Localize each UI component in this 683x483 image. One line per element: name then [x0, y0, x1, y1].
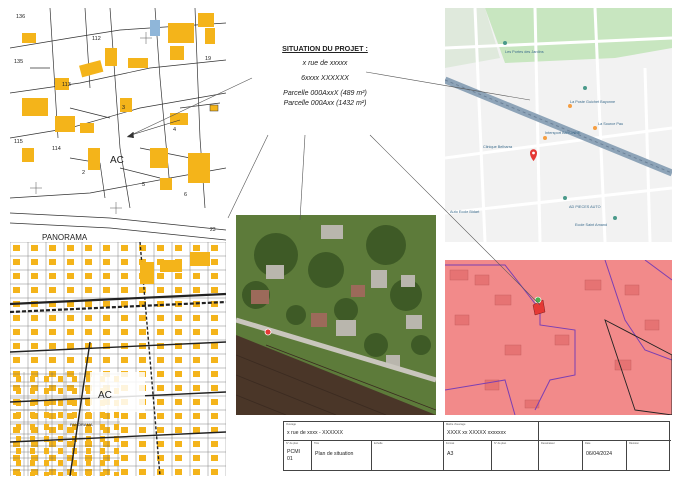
plan-no-cell: N° de plan PCMI 01: [284, 441, 312, 470]
date-cell: Date 06/04/2024: [583, 441, 627, 470]
leader-lines: [126, 71, 541, 306]
empty-cell: [539, 422, 671, 441]
titre-cell: Titre Plan de situation: [312, 441, 372, 470]
echelle-header: Echelle: [374, 442, 383, 445]
revision-cell: Révision: [627, 441, 669, 470]
plan-no-value-2: 01: [287, 456, 293, 462]
indice-header: N° de plan: [494, 442, 507, 445]
ouvrage-cell: Ouvrage x rue de xxxx - XXXXXX: [284, 422, 444, 441]
ouvrage-value: x rue de xxxx - XXXXXX: [287, 430, 343, 436]
format-cell: Format A3: [444, 441, 492, 470]
maitre-cell: Maître d'ouvrage XXXX xx XXXXX xxxxxxx: [444, 422, 539, 441]
format-header: Format: [446, 442, 455, 445]
revision-header: Révision: [629, 442, 639, 445]
plan-no-value: PCMI: [287, 449, 300, 455]
maitre-header: Maître d'ouvrage: [446, 423, 466, 426]
title-block: Ouvrage x rue de xxxx - XXXXXX Maître d'…: [283, 421, 671, 471]
ouvrage-header: Ouvrage: [286, 423, 296, 426]
echelle-cell: Echelle: [372, 441, 444, 470]
date-header: Date: [585, 442, 591, 445]
titre-value: Plan de situation: [315, 451, 354, 457]
indice-cell: N° de plan: [492, 441, 539, 470]
maitre-value: XXXX xx XXXXX xxxxxxx: [447, 430, 506, 436]
format-value: A3: [447, 451, 454, 457]
dessinateur-cell: Dessinateur: [539, 441, 583, 470]
titre-header: Titre: [314, 442, 320, 445]
date-value: 06/04/2024: [586, 451, 612, 457]
plan-no-header: N° de plan: [286, 442, 299, 445]
dessinateur-header: Dessinateur: [541, 442, 555, 445]
